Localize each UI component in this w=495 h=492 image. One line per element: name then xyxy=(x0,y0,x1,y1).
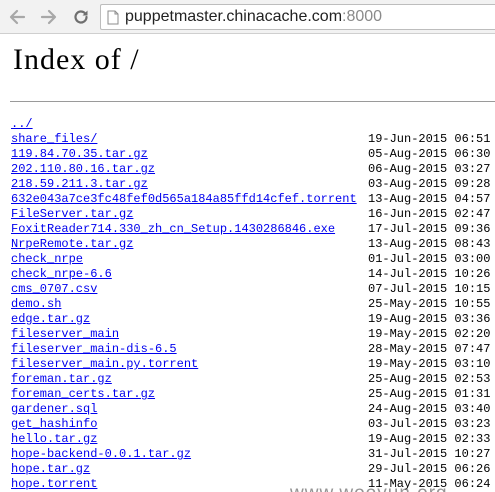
file-link[interactable]: get_hashinfo xyxy=(11,417,97,432)
list-item: share_files/19-Jun-2015 06:51 xyxy=(11,132,495,147)
file-link[interactable]: NrpeRemote.tar.gz xyxy=(11,237,133,252)
file-date: 01-Jul-2015 03:00 xyxy=(368,252,491,266)
file-link[interactable]: cms_0707.csv xyxy=(11,282,97,297)
file-link[interactable]: foreman_certs.tar.gz xyxy=(11,387,155,402)
browser-toolbar: puppetmaster.chinacache.com:8000 xyxy=(0,0,495,34)
list-item: hope-backend-0.0.1.tar.gz 31-Jul-2015 10:… xyxy=(11,447,495,462)
file-date: 25-Aug-2015 02:53 xyxy=(368,372,491,386)
list-item: hope.tar.gz 29-Jul-2015 06:26 xyxy=(11,462,495,477)
list-item: gardener.sql 24-Aug-2015 03:40 xyxy=(11,402,495,417)
file-date: 29-Jul-2015 06:26 xyxy=(368,462,491,476)
file-date: 13-Aug-2015 08:43 xyxy=(368,237,491,251)
file-date: 07-Jul-2015 10:15 xyxy=(368,282,491,296)
file-date: 05-Aug-2015 06:30 xyxy=(368,147,491,161)
parent-directory-link[interactable]: ../ xyxy=(11,117,33,132)
list-item: demo.sh 25-May-2015 10:55 xyxy=(11,297,495,312)
file-link[interactable]: check_nrpe xyxy=(11,252,83,267)
file-date: 14-Jul-2015 10:26 xyxy=(368,267,491,281)
list-item: edge.tar.gz 19-Aug-2015 03:36 xyxy=(11,312,495,327)
divider xyxy=(10,101,495,102)
list-item: fileserver_main 19-May-2015 02:20 xyxy=(11,327,495,342)
back-arrow-icon[interactable] xyxy=(6,6,28,28)
forward-arrow-icon[interactable] xyxy=(38,6,60,28)
file-link[interactable]: demo.sh xyxy=(11,297,61,312)
file-link[interactable]: edge.tar.gz xyxy=(11,312,90,327)
file-date: 28-May-2015 07:47 xyxy=(368,342,491,356)
file-link[interactable]: FileServer.tar.gz xyxy=(11,207,133,222)
file-date: 19-May-2015 02:20 xyxy=(368,327,491,341)
list-item: 119.84.70.35.tar.gz 05-Aug-2015 06:30 xyxy=(11,147,495,162)
file-date: 31-Jul-2015 10:27 xyxy=(368,447,491,461)
list-item: foreman.tar.gz 25-Aug-2015 02:53 xyxy=(11,372,495,387)
list-item: fileserver_main.py.torrent 19-May-2015 03… xyxy=(11,357,495,372)
list-item: 218.59.211.3.tar.gz 03-Aug-2015 09:28 xyxy=(11,177,495,192)
file-link[interactable]: fileserver_main-dis-6.5 xyxy=(11,342,177,357)
file-date: 19-May-2015 03:10 xyxy=(368,357,491,371)
file-date: 17-Jul-2015 09:36 xyxy=(368,222,491,236)
list-item: FoxitReader714.330_zh_cn_Setup.143028684… xyxy=(11,222,495,237)
list-item: cms_0707.csv 07-Jul-2015 10:15 xyxy=(11,282,495,297)
page-content: Index of / ../ share_files/19-Jun-2015 0… xyxy=(0,34,495,492)
file-link[interactable]: 218.59.211.3.tar.gz xyxy=(11,177,148,192)
file-link[interactable]: fileserver_main.py.torrent xyxy=(11,357,198,372)
watermark: www.wooyun.org xyxy=(290,483,448,492)
page-title: Index of / xyxy=(13,43,140,76)
file-date: 25-May-2015 10:55 xyxy=(368,297,491,311)
file-link[interactable]: hope.torrent xyxy=(11,477,97,492)
file-date: 25-Aug-2015 01:31 xyxy=(368,387,491,401)
list-item: NrpeRemote.tar.gz 13-Aug-2015 08:43 xyxy=(11,237,495,252)
list-item: 632e043a7ce3fc48fef0d565a184a85ffd14cfef… xyxy=(11,192,495,207)
parent-row: ../ xyxy=(11,117,495,132)
reload-icon[interactable] xyxy=(70,6,92,28)
file-link[interactable]: 632e043a7ce3fc48fef0d565a184a85ffd14cfef… xyxy=(11,192,357,207)
file-link[interactable]: fileserver_main xyxy=(11,327,119,342)
file-date: 19-Aug-2015 03:36 xyxy=(368,312,491,326)
file-date: 06-Aug-2015 03:27 xyxy=(368,162,491,176)
list-item: FileServer.tar.gz 16-Jun-2015 02:47 xyxy=(11,207,495,222)
list-item: fileserver_main-dis-6.5 28-May-2015 07:47 xyxy=(11,342,495,357)
file-link[interactable]: hello.tar.gz xyxy=(11,432,97,447)
list-item: 202.110.80.16.tar.gz 06-Aug-2015 03:27 xyxy=(11,162,495,177)
list-item: hello.tar.gz 19-Aug-2015 02:33 xyxy=(11,432,495,447)
file-link[interactable]: check_nrpe-6.6 xyxy=(11,267,112,282)
file-date: 24-Aug-2015 03:40 xyxy=(368,402,491,416)
file-date: 03-Jul-2015 03:23 xyxy=(368,417,491,431)
list-item: get_hashinfo 03-Jul-2015 03:23 xyxy=(11,417,495,432)
file-link[interactable]: hope.tar.gz xyxy=(11,462,90,477)
file-date: 19-Aug-2015 02:33 xyxy=(368,432,491,446)
file-link[interactable]: 119.84.70.35.tar.gz xyxy=(11,147,148,162)
page-icon xyxy=(107,10,119,30)
file-link[interactable]: share_files/ xyxy=(11,132,97,147)
address-bar[interactable]: puppetmaster.chinacache.com:8000 xyxy=(100,4,495,30)
file-date: 03-Aug-2015 09:28 xyxy=(368,177,491,191)
file-link[interactable]: 202.110.80.16.tar.gz xyxy=(11,162,155,177)
list-item: check_nrpe 01-Jul-2015 03:00 xyxy=(11,252,495,267)
url-text[interactable]: puppetmaster.chinacache.com:8000 xyxy=(125,8,382,26)
file-link[interactable]: foreman.tar.gz xyxy=(11,372,112,387)
file-listing: ../ share_files/19-Jun-2015 06:51 119.84.… xyxy=(11,117,495,492)
file-date: 19-Jun-2015 06:51 xyxy=(368,132,491,146)
file-date: 13-Aug-2015 04:57 xyxy=(368,192,491,206)
list-item: foreman_certs.tar.gz 25-Aug-2015 01:31 xyxy=(11,387,495,402)
url-port: :8000 xyxy=(342,8,383,25)
file-link[interactable]: gardener.sql xyxy=(11,402,97,417)
file-link[interactable]: hope-backend-0.0.1.tar.gz xyxy=(11,447,191,462)
list-item: check_nrpe-6.6 14-Jul-2015 10:26 xyxy=(11,267,495,282)
file-date: 16-Jun-2015 02:47 xyxy=(368,207,491,221)
url-host: puppetmaster.chinacache.com xyxy=(125,8,343,25)
file-link[interactable]: FoxitReader714.330_zh_cn_Setup.143028684… xyxy=(11,222,335,237)
